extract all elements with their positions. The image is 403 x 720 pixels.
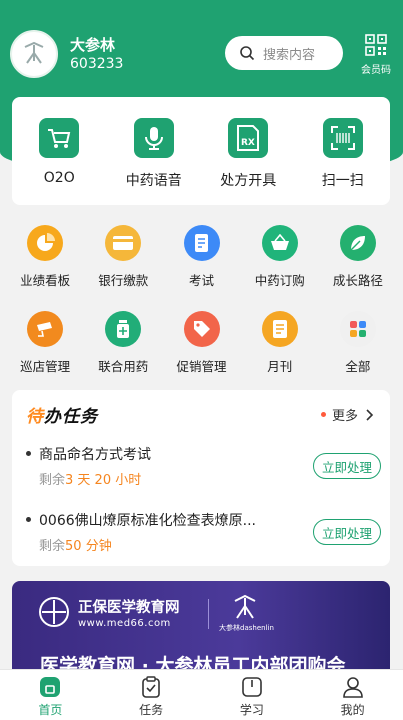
tab-profile[interactable]: 我的 <box>302 670 403 720</box>
grid-item-growth-path[interactable]: 成长路径 <box>319 222 397 308</box>
grid-item-all[interactable]: 全部 <box>319 308 397 394</box>
tag-icon <box>183 311 220 347</box>
grid-item-herb-order[interactable]: 中药订购 <box>241 222 319 308</box>
remaining-label: 剩余 <box>39 473 66 488</box>
quick-action-voice[interactable]: 中药语音 <box>107 97 202 205</box>
grid-item-label: 联合用药 <box>98 359 149 374</box>
avatar[interactable] <box>10 30 58 78</box>
pie-chart-icon <box>27 225 64 261</box>
grid-item-promotion[interactable]: 促销管理 <box>162 308 240 394</box>
bullet-icon <box>26 451 31 456</box>
todo-title-accent: 待 <box>26 407 44 427</box>
all-apps-icon <box>339 311 376 347</box>
quick-action-o2o[interactable]: O2O <box>12 97 107 205</box>
grid-item-label: 银行缴款 <box>98 273 149 288</box>
more-label: 更多 <box>331 409 358 424</box>
promo-banner[interactable]: 正保医学教育网 www.med66.com 大参林dashenlin 医学教育网… <box>12 581 390 669</box>
chevron-right-icon <box>366 408 374 421</box>
banner-brand: 正保医学教育网 <box>78 600 180 616</box>
search-box[interactable]: 搜索内容 <box>225 36 343 70</box>
search-placeholder: 搜索内容 <box>263 47 316 63</box>
dashenlin-logo-icon <box>24 41 44 64</box>
task-item: 商品命名方式考试 剩余3 天 20 小时 立即处理 <box>26 444 381 494</box>
medicine-bottle-icon <box>105 311 142 347</box>
header: 大参林 603233 搜索内容 会员码 <box>0 0 403 90</box>
grid-item-label: 巡店管理 <box>20 359 71 374</box>
microphone-icon <box>133 118 174 158</box>
member-code-button[interactable]: 会员码 <box>357 34 395 76</box>
grid-item-exam[interactable]: 考试 <box>162 222 240 308</box>
task-name: 0066佛山燎原标准化检查表燎原... <box>39 513 256 529</box>
member-code-label: 会员码 <box>361 65 391 76</box>
grid-item-label: 促销管理 <box>176 359 227 374</box>
banner-divider <box>208 599 209 629</box>
cart-icon <box>39 118 80 158</box>
task-item: 0066佛山燎原标准化检查表燎原... 剩余50 分钟 立即处理 <box>26 510 381 560</box>
banner-url: www.med66.com <box>78 618 171 629</box>
quick-action-prescription[interactable]: RX 处方开具 <box>201 97 296 205</box>
search-icon <box>240 46 255 61</box>
quick-action-label: 中药语音 <box>125 173 182 189</box>
study-book-icon <box>242 677 262 697</box>
tab-label: 我的 <box>340 703 365 717</box>
todo-tasks-card: 待办任务 更多 商品命名方式考试 剩余3 天 20 小时 立即处理 0066佛山… <box>12 390 390 566</box>
grid-item-bank-payment[interactable]: 银行缴款 <box>84 222 162 308</box>
banner-headline: 医学教育网 · 大参林员工内部团购会 <box>40 655 346 669</box>
quick-action-label: O2O <box>43 170 75 186</box>
quick-action-scan[interactable]: 扫一扫 <box>296 97 391 205</box>
magazine-icon <box>261 311 298 347</box>
quick-actions-card: O2O 中药语音 RX 处方开具 扫一扫 <box>12 97 390 205</box>
task-name: 商品命名方式考试 <box>39 447 151 463</box>
todo-title: 待办任务 <box>26 402 98 427</box>
grid-item-label: 成长路径 <box>332 273 383 288</box>
process-now-button[interactable]: 立即处理 <box>313 519 381 545</box>
grid-item-monthly[interactable]: 月刊 <box>241 308 319 394</box>
banner-partner: 大参林dashenlin <box>219 624 274 632</box>
leaf-icon <box>339 225 376 261</box>
user-name: 大参林 <box>70 36 116 54</box>
dashenlin-logo-icon <box>234 594 256 619</box>
grid-item-label: 中药订购 <box>254 273 305 288</box>
qr-code-icon <box>365 34 387 56</box>
tab-label: 学习 <box>239 703 264 717</box>
grid-item-label: 业绩看板 <box>20 273 71 288</box>
notification-dot <box>320 412 326 417</box>
grid-item-combined-medication[interactable]: 联合用药 <box>84 308 162 394</box>
bottom-tab-bar: 首页 任务 学习 我的 <box>0 669 403 720</box>
task-remaining: 剩余50 分钟 <box>39 535 112 554</box>
bank-card-icon <box>105 225 142 261</box>
remaining-time: 50 分钟 <box>65 539 112 554</box>
med66-logo-icon <box>39 597 69 627</box>
svg-text:RX: RX <box>241 138 255 148</box>
tab-label: 首页 <box>38 703 63 717</box>
bullet-icon <box>26 517 31 522</box>
camera-icon <box>27 311 64 347</box>
process-now-button[interactable]: 立即处理 <box>313 453 381 479</box>
user-id: 603233 <box>70 56 124 72</box>
tab-label: 任务 <box>139 703 164 717</box>
tab-home[interactable]: 首页 <box>0 670 101 720</box>
more-link[interactable]: 更多 <box>320 405 374 424</box>
grid-item-label: 月刊 <box>267 359 293 374</box>
home-icon <box>40 677 61 697</box>
feature-grid: 业绩看板 银行缴款 考试 中药订购 成长路径 巡店管理 联合用药 促销管理 月刊… <box>0 222 403 394</box>
task-clipboard-icon <box>142 676 160 698</box>
scan-icon <box>322 118 363 158</box>
exam-doc-icon <box>183 225 220 261</box>
todo-title-rest: 办任务 <box>44 407 98 427</box>
basket-icon <box>261 225 298 261</box>
prescription-icon: RX <box>228 118 269 158</box>
grid-item-performance[interactable]: 业绩看板 <box>6 222 84 308</box>
grid-item-store-inspection[interactable]: 巡店管理 <box>6 308 84 394</box>
profile-icon <box>342 677 363 698</box>
quick-action-label: 处方开具 <box>220 173 277 189</box>
remaining-time: 3 天 20 小时 <box>65 473 142 488</box>
grid-item-label: 考试 <box>189 273 215 288</box>
quick-action-label: 扫一扫 <box>321 173 364 189</box>
grid-item-label: 全部 <box>345 359 371 374</box>
tab-tasks[interactable]: 任务 <box>101 670 202 720</box>
remaining-label: 剩余 <box>39 539 66 554</box>
tab-study[interactable]: 学习 <box>202 670 303 720</box>
task-remaining: 剩余3 天 20 小时 <box>39 469 141 488</box>
